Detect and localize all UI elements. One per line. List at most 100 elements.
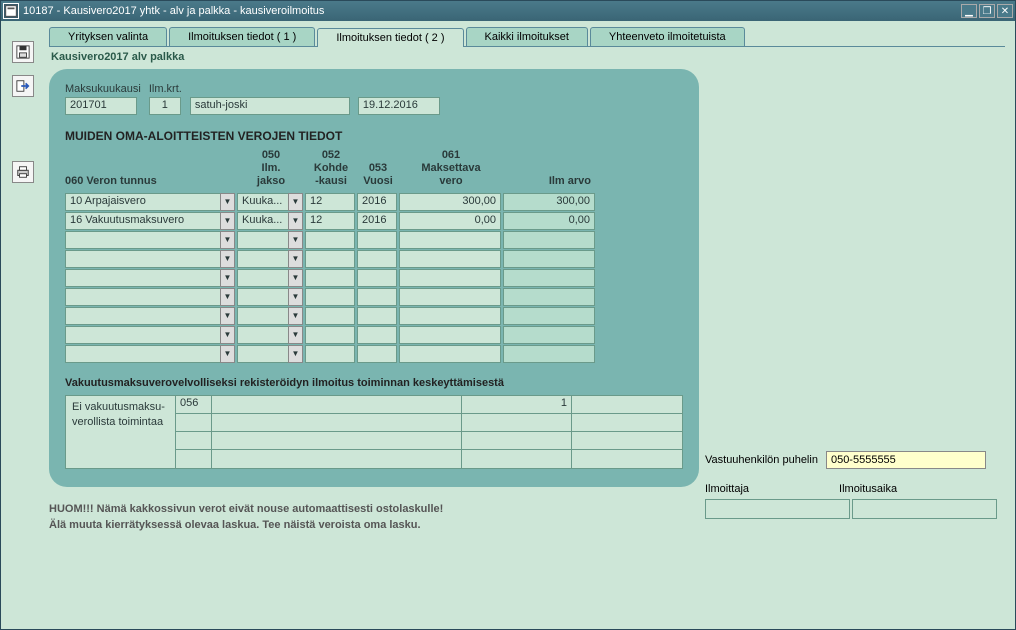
tunnus-field[interactable] [65, 231, 235, 249]
tunnus-field[interactable] [65, 345, 235, 363]
tabs: Yrityksen valinta Ilmoituksen tiedot ( 1… [49, 27, 1005, 47]
chevron-down-icon[interactable]: ▼ [220, 212, 235, 230]
maksukuukausi-field[interactable]: 201701 [65, 97, 137, 115]
hdr-060: 060 Veron tunnus [65, 149, 237, 189]
titlebar: 10187 - Kausivero2017 yhtk - alv ja palk… [1, 1, 1015, 21]
sub-title: Vakuutusmaksuverovelvolliseksi rekisterö… [65, 377, 683, 389]
sub-mid: 1 [212, 396, 682, 468]
vero-field[interactable] [399, 345, 501, 363]
exit-button[interactable] [12, 75, 34, 97]
kausi-field[interactable] [305, 250, 355, 268]
vuosi-field[interactable] [357, 231, 397, 249]
kausi-field[interactable] [305, 326, 355, 344]
chevron-down-icon[interactable]: ▼ [288, 326, 303, 344]
chevron-down-icon[interactable]: ▼ [220, 288, 235, 306]
chevron-down-icon[interactable]: ▼ [288, 307, 303, 325]
tab-company-select[interactable]: Yrityksen valinta [49, 27, 167, 46]
vero-field[interactable]: 0,00 [399, 212, 501, 230]
tunnus-field[interactable] [65, 250, 235, 268]
maximize-button[interactable]: ❐ [979, 4, 995, 18]
chevron-down-icon[interactable]: ▼ [288, 250, 303, 268]
chevron-down-icon[interactable]: ▼ [288, 269, 303, 287]
vero-field[interactable]: 300,00 [399, 193, 501, 211]
vero-field[interactable] [399, 269, 501, 287]
chevron-down-icon[interactable]: ▼ [220, 193, 235, 211]
ilmarvo-field [503, 326, 595, 344]
vero-field[interactable] [399, 250, 501, 268]
chevron-down-icon[interactable]: ▼ [288, 345, 303, 363]
tax-row: ▼▼ [65, 250, 683, 268]
chevron-down-icon[interactable]: ▼ [220, 326, 235, 344]
save-button[interactable] [12, 41, 34, 63]
tax-row: 16 Vakuutusmaksuvero▼Kuuka...▼1220160,00… [65, 212, 683, 230]
vuosi-field[interactable]: 2016 [357, 193, 397, 211]
vero-field[interactable] [399, 326, 501, 344]
chevron-down-icon[interactable]: ▼ [288, 193, 303, 211]
ilmarvo-field [503, 345, 595, 363]
ilmoitusaika-field[interactable] [852, 499, 997, 519]
window-controls: ▁ ❐ ✕ [961, 4, 1013, 18]
minimize-button[interactable]: ▁ [961, 4, 977, 18]
vero-field[interactable] [399, 231, 501, 249]
chevron-down-icon[interactable]: ▼ [220, 269, 235, 287]
vuosi-field[interactable] [357, 345, 397, 363]
kausi-field[interactable] [305, 307, 355, 325]
kausi-field[interactable] [305, 345, 355, 363]
right-panel: Vastuuhenkilön puhelin Ilmoittaja Ilmoit… [705, 451, 997, 519]
kausi-field[interactable] [305, 288, 355, 306]
phone-input[interactable] [826, 451, 986, 469]
chevron-down-icon[interactable]: ▼ [220, 307, 235, 325]
tunnus-field[interactable] [65, 326, 235, 344]
sub-val[interactable]: 1 [462, 396, 572, 413]
vero-field[interactable] [399, 307, 501, 325]
tax-row: 10 Arpajaisvero▼Kuuka...▼122016300,00300… [65, 193, 683, 211]
tunnus-field[interactable] [65, 269, 235, 287]
chevron-down-icon[interactable]: ▼ [288, 231, 303, 249]
kausi-field[interactable] [305, 269, 355, 287]
date-field[interactable]: 19.12.2016 [358, 97, 440, 115]
vuosi-field[interactable] [357, 250, 397, 268]
sub-grid: Ei vakuutusmaksu-verollista toimintaa 05… [65, 395, 683, 469]
chevron-down-icon[interactable]: ▼ [288, 212, 303, 230]
kausi-field[interactable]: 12 [305, 193, 355, 211]
vero-field[interactable] [399, 288, 501, 306]
print-button[interactable] [12, 161, 34, 183]
chevron-down-icon[interactable]: ▼ [288, 288, 303, 306]
ilmarvo-field: 0,00 [503, 212, 595, 230]
tax-row: ▼▼ [65, 307, 683, 325]
tax-row: ▼▼ [65, 326, 683, 344]
tab-all[interactable]: Kaikki ilmoitukset [466, 27, 588, 46]
notice-line2: Älä muuta kierrätyksessä olevaa laskua. … [49, 517, 1005, 534]
user-field[interactable]: satuh-joski [190, 97, 350, 115]
tab-details-1[interactable]: Ilmoituksen tiedot ( 1 ) [169, 27, 315, 46]
ilmkrt-field[interactable]: 1 [149, 97, 181, 115]
sub-code-col: 056 [176, 396, 212, 468]
vuosi-field[interactable] [357, 288, 397, 306]
tab-details-2[interactable]: Ilmoituksen tiedot ( 2 ) [317, 28, 463, 47]
tab-summary[interactable]: Yhteenveto ilmoitetuista [590, 27, 745, 46]
tunnus-field[interactable] [65, 288, 235, 306]
chevron-down-icon[interactable]: ▼ [220, 345, 235, 363]
ilmkrt-label: Ilm.krt. [149, 83, 182, 95]
chevron-down-icon[interactable]: ▼ [220, 231, 235, 249]
tunnus-field[interactable]: 10 Arpajaisvero [65, 193, 235, 211]
chevron-down-icon[interactable]: ▼ [220, 250, 235, 268]
tax-row: ▼▼ [65, 231, 683, 249]
vuosi-field[interactable] [357, 326, 397, 344]
hdr-ilmarvo: Ilm arvo [503, 149, 597, 189]
ilmarvo-field [503, 288, 595, 306]
vuosi-field[interactable] [357, 269, 397, 287]
vuosi-field[interactable] [357, 307, 397, 325]
kausi-field[interactable]: 12 [305, 212, 355, 230]
tunnus-field[interactable] [65, 307, 235, 325]
kausi-field[interactable] [305, 231, 355, 249]
close-button[interactable]: ✕ [997, 4, 1013, 18]
sub-left-label: Ei vakuutusmaksu-verollista toimintaa [66, 396, 176, 468]
tunnus-field[interactable]: 16 Vakuutusmaksuvero [65, 212, 235, 230]
ilmarvo-field [503, 250, 595, 268]
ilmoittaja-field[interactable] [705, 499, 850, 519]
vuosi-field[interactable]: 2016 [357, 212, 397, 230]
phone-label: Vastuuhenkilön puhelin [705, 454, 818, 466]
main-content: Yrityksen valinta Ilmoituksen tiedot ( 1… [45, 21, 1015, 629]
ilmoittaja-label: Ilmoittaja [705, 483, 749, 495]
